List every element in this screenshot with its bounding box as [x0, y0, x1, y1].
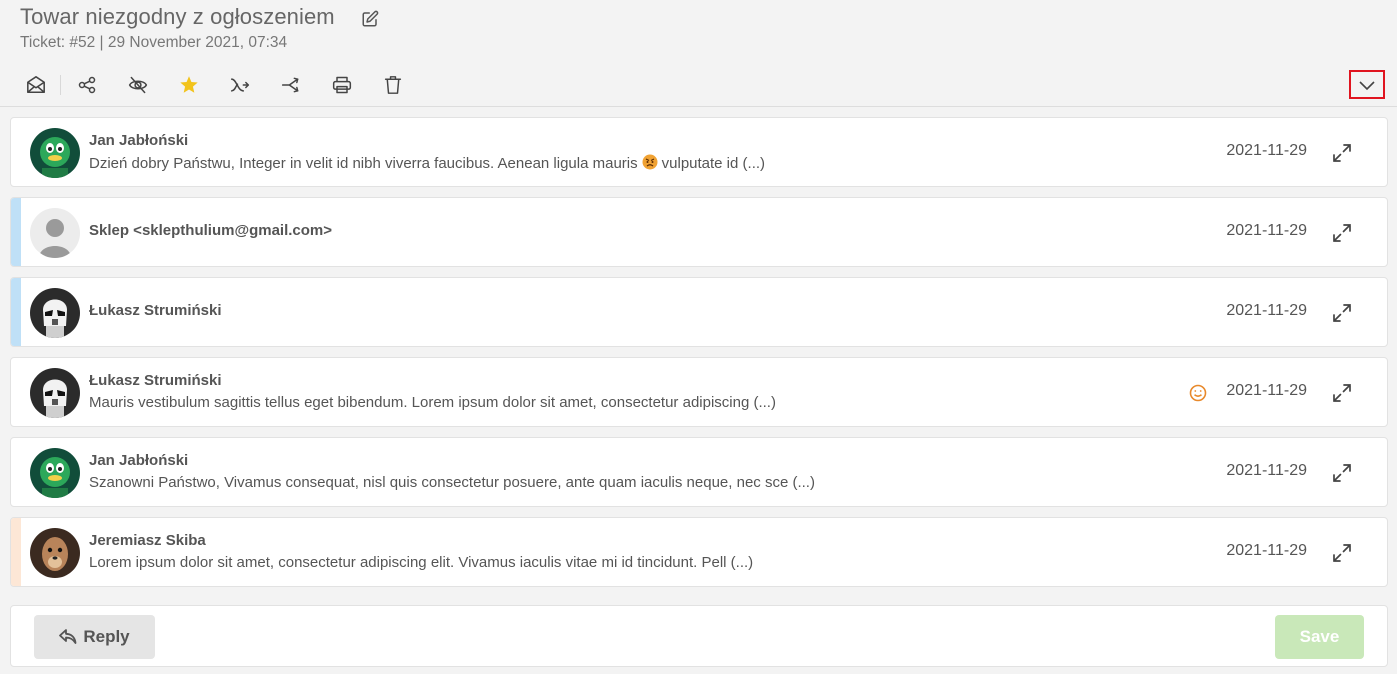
avatar [30, 448, 80, 498]
avatar [30, 528, 80, 578]
message-date: 2021-11-29 [1226, 142, 1307, 159]
message-preview: Lorem ipsum dolor sit amet, consectetur … [89, 554, 754, 571]
message-date: 2021-11-29 [1226, 222, 1307, 239]
message-date: 2021-11-29 [1226, 542, 1307, 559]
ticket-title: Towar niezgodny z ogłoszeniem [20, 4, 335, 29]
avatar [30, 368, 80, 418]
print-icon[interactable] [326, 70, 358, 100]
avatar [30, 128, 80, 178]
sender-name: Sklep <sklepthulium@gmail.com> [89, 222, 333, 239]
sender-name: Jeremiasz Skiba [89, 532, 206, 549]
ticket-toolbar [20, 70, 409, 100]
star-icon[interactable] [173, 70, 205, 100]
message-item[interactable]: Jan Jabłoński Szanowni Państwo, Vivamus … [10, 437, 1388, 507]
save-button[interactable]: Save [1275, 615, 1364, 659]
message-item[interactable]: Łukasz Strumiński Mauris vestibulum sagi… [10, 357, 1388, 427]
message-date: 2021-11-29 [1226, 462, 1307, 479]
angry-emoji-icon [642, 154, 658, 170]
sender-name: Łukasz Strumiński [89, 302, 222, 319]
message-date: 2021-11-29 [1226, 302, 1307, 319]
edit-icon[interactable] [361, 10, 379, 28]
message-accent-bar [11, 198, 21, 266]
toolbar-divider [60, 75, 61, 95]
message-accent-bar [11, 518, 21, 586]
reply-label: Reply [83, 627, 130, 646]
expand-icon[interactable] [1331, 302, 1353, 324]
message-accent-bar [11, 278, 21, 346]
sender-name: Jan Jabłoński [89, 452, 189, 469]
message-date: 2021-11-29 [1226, 382, 1307, 399]
ticket-subtitle: Ticket: #52 | 29 November 2021, 07:34 [20, 34, 288, 51]
message-preview: Mauris vestibulum sagittis tellus eget b… [89, 394, 776, 411]
avatar [30, 208, 80, 258]
message-list: Jan Jabłoński Dzień dobry Państwu, Integ… [10, 117, 1388, 597]
merge-icon[interactable] [275, 70, 307, 100]
message-preview: Szanowni Państwo, Vivamus consequat, nis… [89, 474, 815, 491]
expand-icon[interactable] [1331, 462, 1353, 484]
toolbar-divider-line [0, 106, 1397, 107]
reply-footer: Reply Save [10, 605, 1388, 667]
avatar [30, 288, 80, 338]
expand-icon[interactable] [1331, 542, 1353, 564]
trash-icon[interactable] [377, 70, 409, 100]
eye-slash-icon[interactable] [122, 70, 154, 100]
sender-name: Łukasz Strumiński [89, 372, 222, 389]
reply-button[interactable]: Reply [34, 615, 155, 659]
forward-icon[interactable] [224, 70, 256, 100]
expand-icon[interactable] [1331, 382, 1353, 404]
chevron-down-icon [1359, 80, 1375, 90]
share-icon[interactable] [71, 70, 103, 100]
sender-name: Jan Jabłoński [89, 132, 189, 149]
envelope-icon[interactable] [20, 70, 52, 100]
message-item[interactable]: Sklep <sklepthulium@gmail.com> 2021-11-2… [10, 197, 1388, 267]
message-item[interactable]: Jan Jabłoński Dzień dobry Państwu, Integ… [10, 117, 1388, 187]
smile-icon [1189, 384, 1207, 402]
collapse-all-button[interactable] [1349, 70, 1385, 99]
ticket-header: Towar niezgodny z ogłoszeniem Ticket: #5… [20, 4, 379, 52]
message-item[interactable]: Jeremiasz Skiba Lorem ipsum dolor sit am… [10, 517, 1388, 587]
message-preview: Dzień dobry Państwu, Integer in velit id… [89, 154, 766, 172]
reply-icon [59, 629, 77, 644]
expand-icon[interactable] [1331, 222, 1353, 244]
expand-icon[interactable] [1331, 142, 1353, 164]
message-item[interactable]: Łukasz Strumiński 2021-11-29 [10, 277, 1388, 347]
